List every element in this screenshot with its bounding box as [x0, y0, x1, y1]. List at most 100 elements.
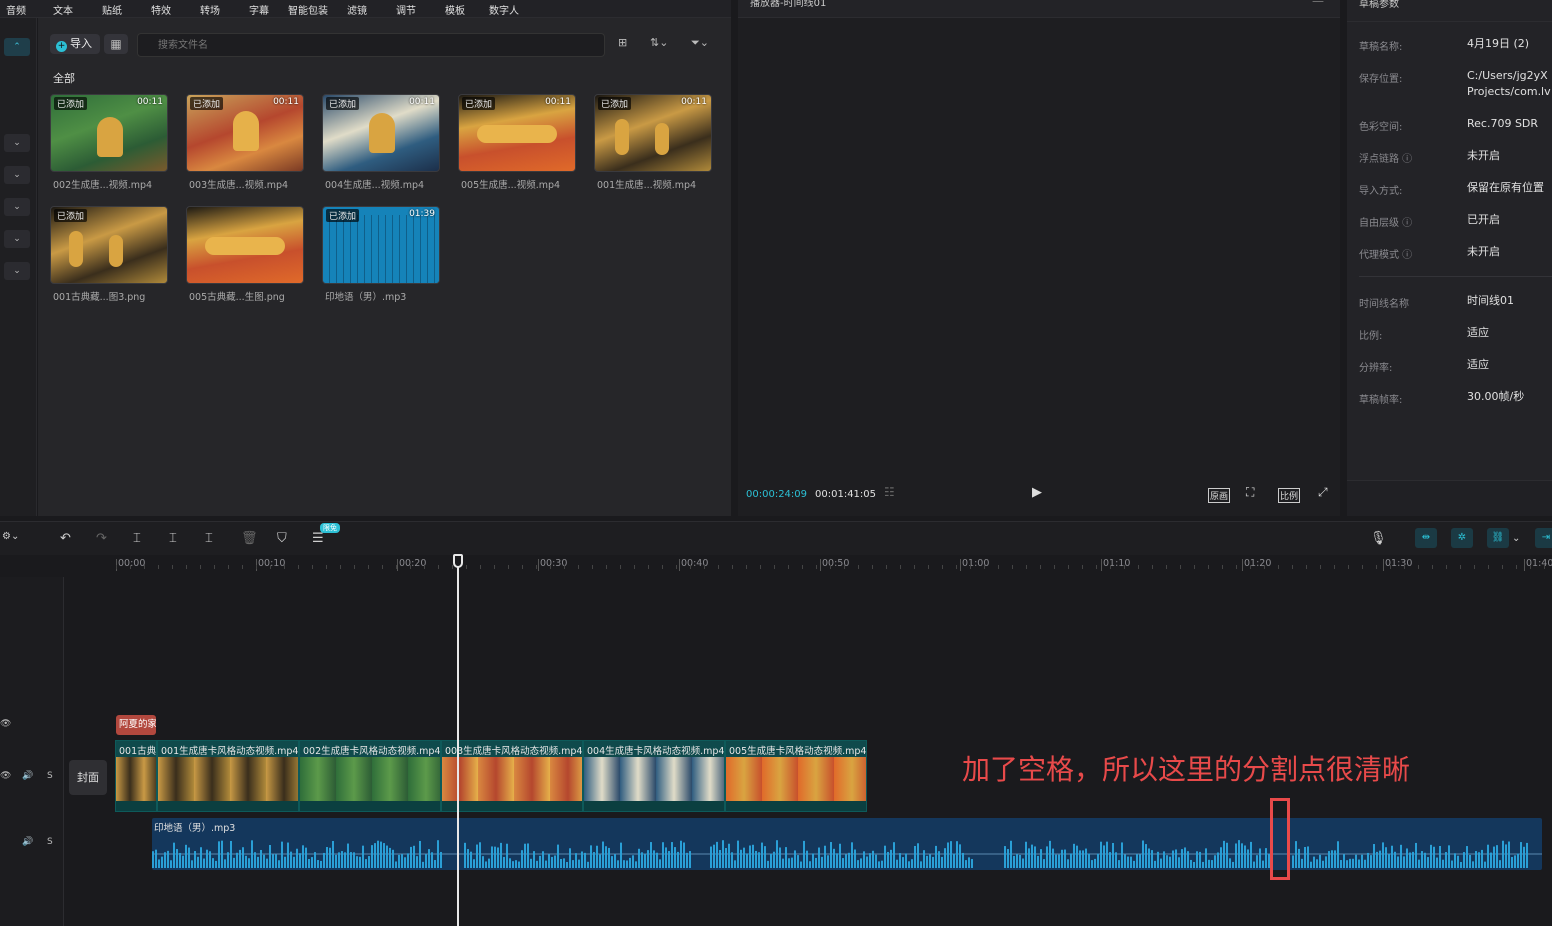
- wave-bar: [965, 860, 967, 868]
- wave-bar: [797, 855, 799, 868]
- split-right-icon[interactable]: ⌶: [205, 531, 213, 546]
- menu-smart-pack[interactable]: 智能包装: [288, 2, 328, 17]
- wave-bar: [1502, 840, 1504, 868]
- media-item[interactable]: 已添加 00:11: [322, 94, 440, 172]
- media-item[interactable]: 已添加: [50, 206, 168, 284]
- undo-icon[interactable]: ↶: [60, 531, 71, 546]
- menu-filter[interactable]: 滤镜: [347, 2, 367, 17]
- volume-icon[interactable]: 🔊: [22, 837, 33, 847]
- wave-bar: [596, 845, 598, 868]
- select-tool-icon[interactable]: ⚙⌄: [2, 531, 19, 542]
- redo-icon[interactable]: ↷: [96, 531, 107, 546]
- wave-bar: [278, 860, 280, 868]
- wave-bar: [875, 854, 877, 868]
- wave-bar: [314, 852, 316, 868]
- menu-template[interactable]: 模板: [445, 2, 465, 17]
- wave-bar: [854, 849, 856, 868]
- wave-bar: [1250, 841, 1252, 868]
- wave-bar: [536, 860, 538, 868]
- split-icon[interactable]: ⌶: [133, 531, 141, 546]
- rail-collapse-chevron-up-icon[interactable]: ⌃: [4, 38, 30, 56]
- video-clip[interactable]: 001生成唐卡风格动态视频.mp4: [157, 740, 299, 812]
- rail-chevron-down-icon[interactable]: ⌄: [4, 134, 30, 152]
- auto-snap-icon[interactable]: ✲: [1451, 528, 1473, 548]
- media-item[interactable]: 已添加 00:11: [458, 94, 576, 172]
- video-clip[interactable]: 002生成唐卡风格动态视频.mp4: [299, 740, 441, 812]
- ruler-minor-ticks: [116, 565, 1552, 569]
- media-item-audio[interactable]: 已添加 01:39: [322, 206, 440, 284]
- eye-icon[interactable]: 👁: [0, 771, 11, 781]
- wave-bar: [791, 857, 793, 868]
- filter-icon[interactable]: ⏷⌄: [691, 36, 709, 50]
- rail-chevron-down-icon[interactable]: ⌄: [4, 166, 30, 184]
- main-track-magnet-icon[interactable]: ⇹: [1415, 528, 1437, 548]
- playhead[interactable]: [457, 558, 459, 926]
- wave-bar: [668, 851, 670, 868]
- wave-bar: [179, 852, 181, 868]
- rail-chevron-down-icon[interactable]: ⌄: [4, 262, 30, 280]
- track-solo-s[interactable]: S: [47, 837, 53, 847]
- wave-bar: [1316, 859, 1318, 868]
- wave-bar: [413, 845, 415, 868]
- duration: 00:11: [273, 97, 299, 107]
- search-input[interactable]: [137, 33, 605, 57]
- link-icon[interactable]: ⛓: [1487, 528, 1509, 548]
- auto-caption-icon[interactable]: ☰: [312, 531, 324, 546]
- play-icon[interactable]: ▶: [1032, 485, 1042, 500]
- wave-bar: [584, 852, 586, 868]
- menu-sticker[interactable]: 贴纸: [102, 2, 122, 17]
- media-item[interactable]: [186, 206, 304, 284]
- microphone-icon[interactable]: 🎙: [1370, 531, 1387, 546]
- video-clip[interactable]: 005生成唐卡风格动态视频.mp4: [725, 740, 867, 812]
- video-clip[interactable]: 004生成唐卡风格动态视频.mp4: [583, 740, 725, 812]
- wave-bar: [1061, 849, 1063, 868]
- cover-button[interactable]: 封面: [69, 760, 107, 795]
- delete-icon[interactable]: 🗑: [241, 531, 258, 546]
- original-quality-button[interactable]: 原画: [1208, 488, 1231, 503]
- menu-subtitle[interactable]: 字幕: [249, 2, 269, 17]
- track-solo-s[interactable]: S: [47, 771, 53, 781]
- volume-icon[interactable]: 🔊: [22, 771, 33, 781]
- wave-bar: [437, 840, 439, 868]
- wave-bar: [1112, 842, 1114, 868]
- media-item[interactable]: 已添加 00:11: [594, 94, 712, 172]
- import-button[interactable]: + 导入: [50, 34, 100, 54]
- wave-bar: [1523, 846, 1525, 868]
- top-menu-bar: 音频 文本 贴纸 特效 转场 字幕 智能包装 滤镜 调节 模板 数字人: [0, 0, 731, 18]
- menu-effects[interactable]: 特效: [151, 2, 171, 17]
- video-clip[interactable]: 001古典: [115, 740, 157, 812]
- split-left-icon[interactable]: ⌶: [169, 531, 177, 546]
- wave-bar: [1232, 861, 1234, 868]
- video-clip[interactable]: 003生成唐卡风格动态视频.mp4: [441, 740, 583, 812]
- grid-view-icon[interactable]: ▦: [104, 34, 128, 54]
- menu-text[interactable]: 文本: [53, 2, 73, 17]
- menu-icon[interactable]: —: [1312, 0, 1324, 8]
- preview-axis-icon[interactable]: ⇥: [1535, 528, 1552, 548]
- player-panel: 播放器-时间线01 — 00:00:24:09 00:01:41:05 ☷ ▶ …: [738, 0, 1340, 516]
- media-item[interactable]: 已添加 00:11: [50, 94, 168, 172]
- timeline-grid-icon[interactable]: ☷: [884, 485, 895, 499]
- wave-bar: [1193, 861, 1195, 868]
- ratio-button[interactable]: 比例: [1278, 488, 1301, 503]
- audio-clip[interactable]: 印地语（男）.mp3: [152, 818, 1542, 870]
- chevron-down-icon[interactable]: ⌄: [1512, 533, 1520, 544]
- menu-adjust[interactable]: 调节: [396, 2, 416, 17]
- text-clip[interactable]: 阿夏的家: [116, 715, 156, 735]
- wave-bar: [1304, 847, 1306, 868]
- sort-icon[interactable]: ⇅⌄: [650, 36, 668, 49]
- fullscreen-icon[interactable]: ⤢: [1318, 485, 1328, 500]
- playhead-handle[interactable]: [453, 554, 463, 568]
- wave-bar: [686, 852, 688, 868]
- menu-digital-human[interactable]: 数字人: [489, 2, 519, 17]
- rail-chevron-down-icon[interactable]: ⌄: [4, 230, 30, 248]
- zoom-fit-icon[interactable]: ⛶: [1246, 485, 1254, 500]
- eye-icon[interactable]: 👁: [0, 719, 11, 729]
- layout-icon[interactable]: ⊞: [618, 36, 627, 49]
- rail-chevron-down-icon[interactable]: ⌄: [4, 198, 30, 216]
- menu-audio[interactable]: 音频: [6, 2, 26, 17]
- wave-bar: [1004, 846, 1006, 868]
- menu-transition[interactable]: 转场: [200, 2, 220, 17]
- media-item[interactable]: 已添加 00:11: [186, 94, 304, 172]
- shield-icon[interactable]: ⛉: [277, 531, 287, 546]
- wave-bar: [1337, 841, 1339, 868]
